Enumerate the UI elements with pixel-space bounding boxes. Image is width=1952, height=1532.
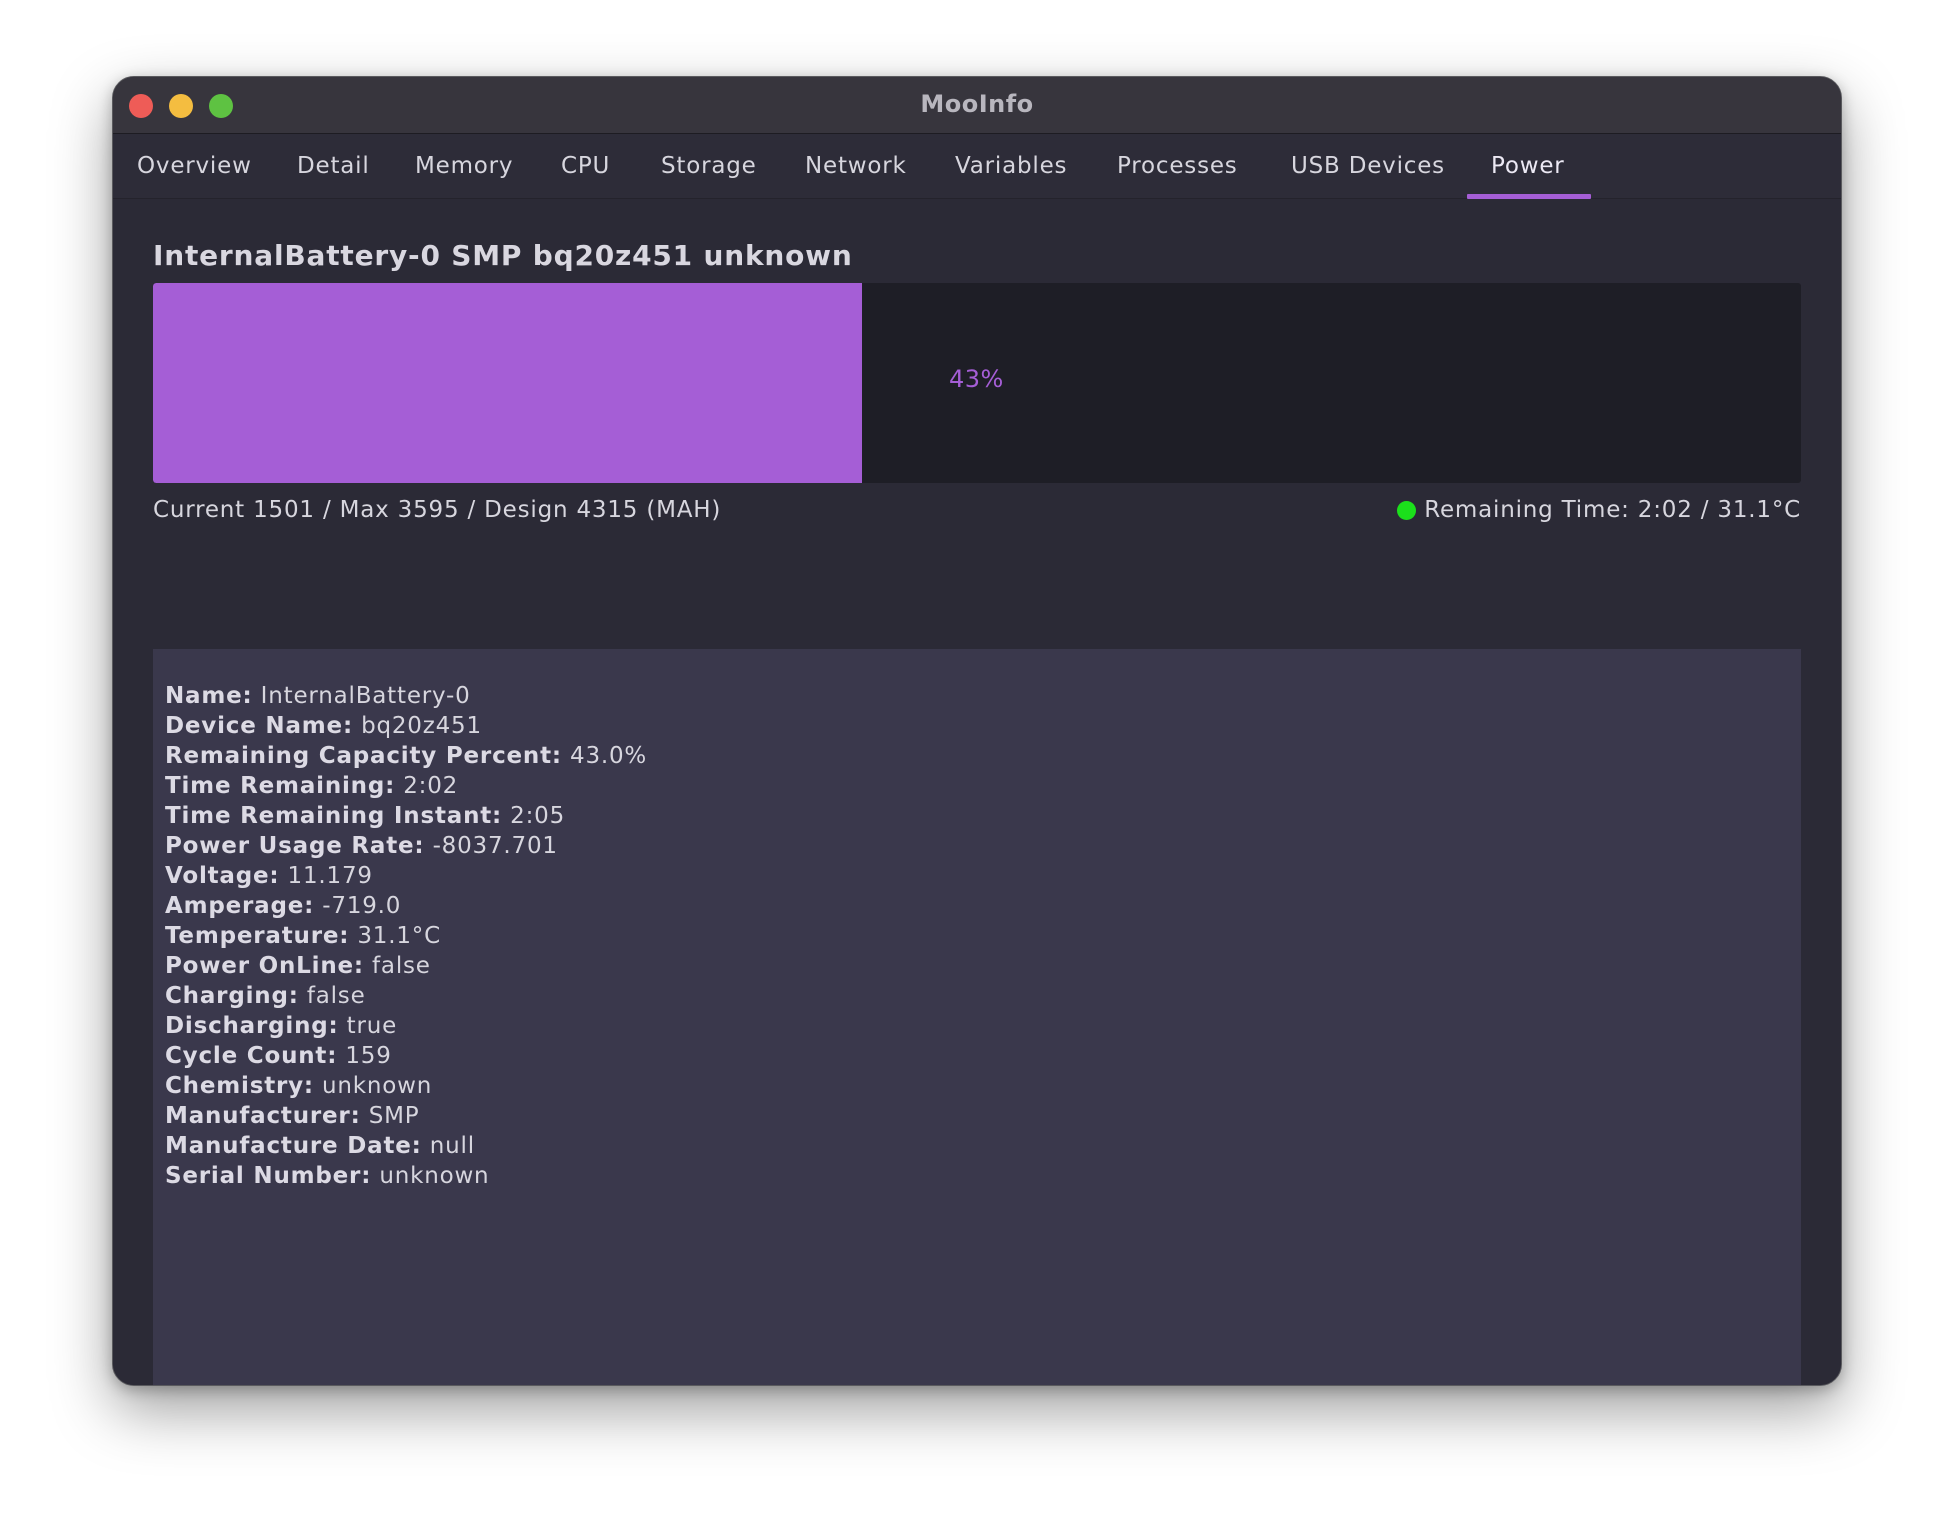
detail-row: Temperature: 31.1°C (165, 921, 647, 951)
detail-row: Serial Number: unknown (165, 1161, 647, 1191)
battery-details-panel: Name: InternalBattery-0 Device Name: bq20… (153, 649, 1801, 1385)
remaining-time-text: Remaining Time: 2:02 / 31.1°C (1424, 497, 1801, 523)
tab-memory[interactable]: Memory (415, 134, 513, 198)
detail-row: Amperage: -719.0 (165, 891, 647, 921)
detail-value: -719.0 (322, 893, 402, 919)
detail-row: Time Remaining: 2:02 (165, 771, 647, 801)
detail-value: -8037.701 (432, 833, 558, 859)
detail-value: 11.179 (287, 863, 373, 889)
detail-row: Voltage: 11.179 (165, 861, 647, 891)
detail-value: false (306, 983, 366, 1009)
battery-details-list: Name: InternalBattery-0 Device Name: bq20… (165, 681, 647, 1191)
detail-row: Charging: false (165, 981, 647, 1011)
battery-level-bar: 43% (153, 283, 1801, 483)
detail-value: 31.1°C (357, 923, 441, 949)
detail-value: unknown (379, 1163, 490, 1189)
battery-percent-label: 43% (949, 365, 1004, 393)
detail-row: Manufacturer: SMP (165, 1101, 647, 1131)
detail-row: Chemistry: unknown (165, 1071, 647, 1101)
tab-usb-devices[interactable]: USB Devices (1291, 134, 1445, 198)
detail-key: Cycle Count: (165, 1043, 338, 1069)
detail-row: Name: InternalBattery-0 (165, 681, 647, 711)
tab-cpu[interactable]: CPU (561, 134, 610, 198)
detail-row: Power Usage Rate: -8037.701 (165, 831, 647, 861)
detail-key: Manufacture Date: (165, 1133, 422, 1159)
detail-key: Time Remaining: (165, 773, 396, 799)
detail-value: null (429, 1133, 475, 1159)
detail-row: Manufacture Date: null (165, 1131, 647, 1161)
detail-row: Time Remaining Instant: 2:05 (165, 801, 647, 831)
tab-variables[interactable]: Variables (955, 134, 1067, 198)
detail-key: Power OnLine: (165, 953, 364, 979)
detail-value: bq20z451 (361, 713, 482, 739)
app-window: MooInfo Overview Detail Memory CPU Stora… (112, 76, 1842, 1386)
detail-key: Remaining Capacity Percent: (165, 743, 562, 769)
detail-key: Device Name: (165, 713, 353, 739)
detail-key: Time Remaining Instant: (165, 803, 503, 829)
tab-processes[interactable]: Processes (1117, 134, 1238, 198)
window-title: MooInfo (920, 90, 1034, 118)
detail-key: Voltage: (165, 863, 280, 889)
capacity-summary: Current 1501 / Max 3595 / Design 4315 (M… (153, 497, 722, 523)
tab-storage[interactable]: Storage (661, 134, 757, 198)
detail-value: SMP (368, 1103, 420, 1129)
detail-key: Name: (165, 683, 253, 709)
title-bar: MooInfo (113, 77, 1841, 134)
detail-key: Manufacturer: (165, 1103, 361, 1129)
tab-overview[interactable]: Overview (137, 134, 252, 198)
detail-value: false (372, 953, 431, 979)
detail-value: true (346, 1013, 398, 1039)
detail-key: Temperature: (165, 923, 350, 949)
detail-row: Device Name: bq20z451 (165, 711, 647, 741)
detail-row: Remaining Capacity Percent: 43.0% (165, 741, 647, 771)
battery-title: InternalBattery-0 SMP bq20z451 unknown (153, 239, 853, 272)
tab-power[interactable]: Power (1491, 134, 1565, 198)
battery-level-fill (153, 283, 862, 483)
detail-key: Discharging: (165, 1013, 339, 1039)
detail-key: Chemistry: (165, 1073, 314, 1099)
detail-value: 2:05 (510, 803, 566, 829)
tab-bar: Overview Detail Memory CPU Storage Netwo… (113, 134, 1841, 199)
detail-value: InternalBattery-0 (260, 683, 471, 709)
detail-key: Power Usage Rate: (165, 833, 425, 859)
detail-key: Serial Number: (165, 1163, 372, 1189)
detail-value: 2:02 (403, 773, 459, 799)
detail-value: unknown (322, 1073, 433, 1099)
remaining-time-status: Remaining Time: 2:02 / 31.1°C (1397, 497, 1801, 523)
detail-value: 159 (345, 1043, 392, 1069)
detail-value: 43.0% (570, 743, 648, 769)
status-dot-icon (1397, 500, 1417, 520)
power-panel: InternalBattery-0 SMP bq20z451 unknown 4… (113, 199, 1841, 1385)
detail-key: Amperage: (165, 893, 315, 919)
detail-key: Charging: (165, 983, 299, 1009)
tab-network[interactable]: Network (805, 134, 907, 198)
detail-row: Discharging: true (165, 1011, 647, 1041)
tab-detail[interactable]: Detail (297, 134, 370, 198)
detail-row: Cycle Count: 159 (165, 1041, 647, 1071)
detail-row: Power OnLine: false (165, 951, 647, 981)
